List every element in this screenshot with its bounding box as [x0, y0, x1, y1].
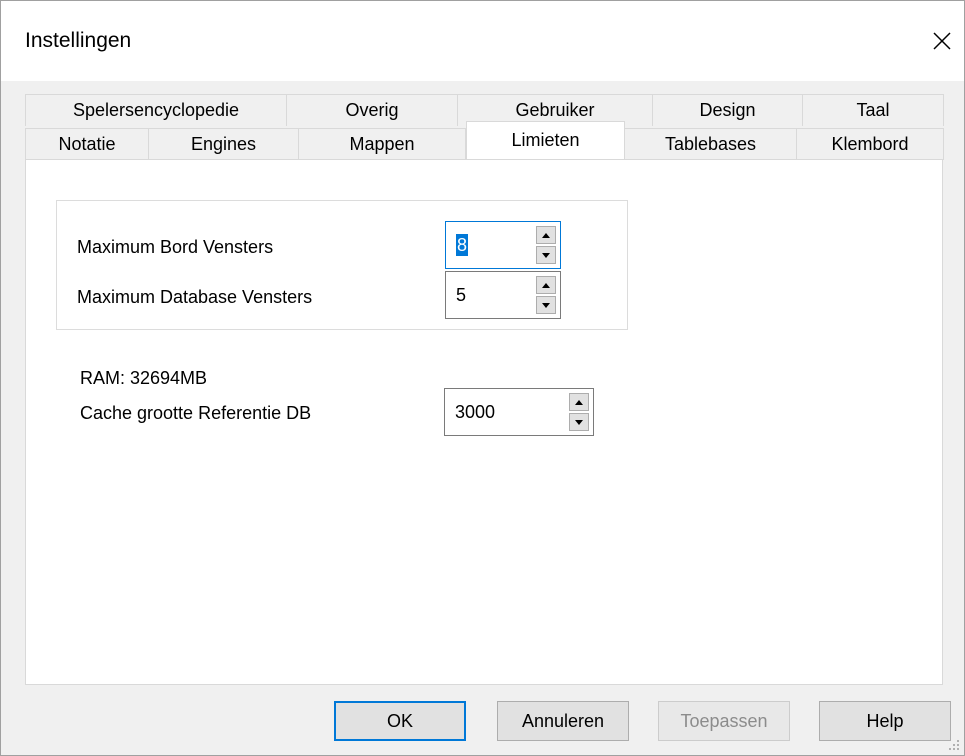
arrow-down-icon [542, 252, 550, 258]
tab-label: Klembord [831, 134, 909, 154]
max-database-windows-stepper[interactable]: 5 [445, 271, 561, 319]
spin-up-button[interactable] [536, 276, 556, 294]
cancel-button[interactable]: Annuleren [497, 701, 629, 741]
tab-notatie[interactable]: Notatie [25, 128, 149, 160]
tab-label: Tablebases [664, 134, 757, 154]
tab-overig[interactable]: Overig [287, 94, 458, 126]
tab-label: Limieten [511, 130, 580, 150]
cache-size-value: 3000 [455, 401, 496, 422]
cache-size-label: Cache grootte Referentie DB [80, 403, 312, 423]
spin-down-button[interactable] [569, 413, 589, 431]
tab-mappen[interactable]: Mappen [299, 128, 466, 160]
spin-up-button[interactable] [569, 393, 589, 411]
tab-limieten[interactable]: Limieten [466, 121, 625, 159]
tab-taal[interactable]: Taal [803, 94, 944, 126]
spin-up-button[interactable] [536, 226, 556, 244]
apply-button[interactable]: Toepassen [658, 701, 790, 741]
arrow-up-icon [575, 399, 583, 405]
close-button[interactable] [920, 13, 964, 69]
window-limits-group: Maximum Bord Vensters 8 Maximum Database… [56, 200, 628, 330]
tab-spelersencyclopedie[interactable]: Spelersencyclopedie [25, 94, 287, 126]
tab-klembord[interactable]: Klembord [797, 128, 944, 160]
tab-design[interactable]: Design [653, 94, 803, 126]
tab-label: Notatie [58, 134, 116, 154]
settings-dialog: Instellingen Spelersencyclopedie Overig … [0, 0, 965, 756]
tab-label: Taal [856, 100, 890, 120]
limits-panel: Maximum Bord Vensters 8 Maximum Database… [25, 159, 943, 685]
title-bar: Instellingen [1, 1, 964, 81]
tab-engines[interactable]: Engines [149, 128, 299, 160]
max-board-windows-value: 8 [456, 234, 469, 256]
tab-label: Gebruiker [515, 100, 595, 120]
tab-label: Overig [345, 100, 399, 120]
resize-grip-icon[interactable] [946, 737, 960, 751]
tab-tablebases[interactable]: Tablebases [625, 128, 797, 160]
tab-row-front: Notatie Engines Mappen Limieten Tablebas… [25, 121, 944, 160]
ok-button[interactable]: OK [334, 701, 466, 741]
max-database-windows-value: 5 [456, 284, 467, 305]
arrow-up-icon [542, 282, 550, 288]
spin-down-button[interactable] [536, 246, 556, 264]
max-database-windows-input[interactable]: 5 [446, 272, 534, 318]
max-board-windows-input[interactable]: 8 [446, 222, 534, 268]
tab-label: Spelersencyclopedie [72, 100, 240, 120]
arrow-down-icon [542, 302, 550, 308]
arrow-up-icon [542, 232, 550, 238]
cache-size-stepper[interactable]: 3000 [444, 388, 594, 436]
tab-label: Mappen [349, 134, 415, 154]
tab-label: Engines [190, 134, 257, 154]
ram-info: RAM: 32694MB [80, 368, 208, 388]
window-title: Instellingen [25, 29, 132, 52]
cache-size-input[interactable]: 3000 [445, 389, 567, 435]
arrow-down-icon [575, 419, 583, 425]
spin-down-button[interactable] [536, 296, 556, 314]
close-icon [933, 32, 951, 50]
max-database-windows-label: Maximum Database Vensters [77, 287, 313, 307]
tab-label: Design [699, 100, 756, 120]
help-button[interactable]: Help [819, 701, 951, 741]
max-board-windows-label: Maximum Bord Vensters [77, 237, 274, 257]
max-board-windows-stepper[interactable]: 8 [445, 221, 561, 269]
